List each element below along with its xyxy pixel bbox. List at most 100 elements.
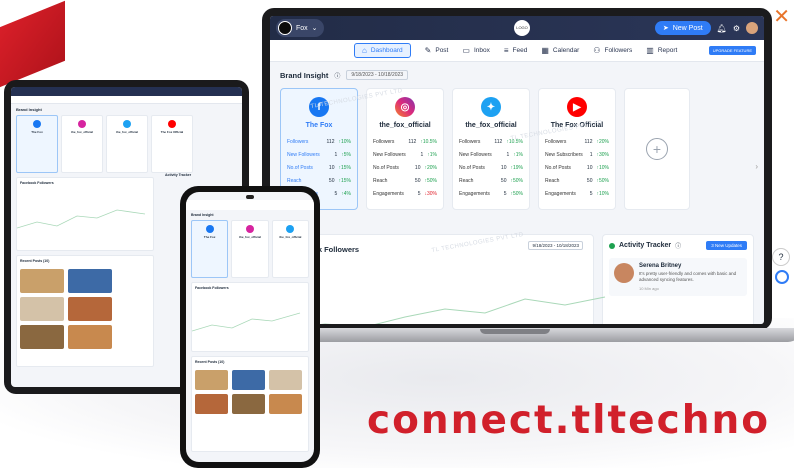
laptop-display: Fox ⌄ LOGO ➤ New Post 🔔︎ ⚙ ⌂ Dashboard ✎ Po…: [270, 16, 764, 324]
add-account-card[interactable]: +: [624, 88, 690, 210]
stat-row: Followers 112 ↑10.5%: [373, 139, 437, 145]
user-avatar[interactable]: [746, 22, 758, 34]
gear-icon[interactable]: ⚙: [733, 24, 740, 33]
nav-item-followers[interactable]: ⚇ Followers: [593, 46, 632, 55]
activity-item[interactable]: Serena Britney It's pretty user-friendly…: [609, 258, 747, 296]
facebook-icon: [33, 120, 41, 128]
stat-change: ↑20%: [424, 165, 437, 171]
stat-value: 1: [420, 152, 424, 158]
post-thumbnail[interactable]: [195, 370, 228, 390]
phone-followers-panel: Facebook Followers: [191, 282, 309, 352]
post-thumbnail[interactable]: [232, 394, 265, 414]
account-name: the_fox_official: [379, 122, 431, 129]
post-thumbnail[interactable]: [269, 370, 302, 390]
post-thumbnail[interactable]: [232, 370, 265, 390]
account-card-twitter[interactable]: ✦ the_fox_official Followers 112 ↑10.5% New F…: [452, 88, 530, 210]
nav-item-dashboard[interactable]: ⌂ Dashboard: [354, 43, 411, 58]
stat-value: 5: [334, 191, 338, 197]
stat-change-value: 10%: [340, 139, 351, 145]
nav-item-label: Followers: [604, 47, 633, 54]
stat-change: ↑4%: [341, 191, 351, 197]
stat-row: No.of Posts 10 ↑10%: [545, 165, 609, 171]
stat-value: 50: [414, 178, 421, 184]
new-post-button[interactable]: ➤ New Post: [654, 21, 711, 35]
stat-change: ↑10.5%: [420, 139, 437, 145]
stat-label: No.of Posts: [545, 165, 571, 171]
account-card-instagram[interactable]: ◎ the_fox_official Followers 112 ↑10.5% New F…: [366, 88, 444, 210]
post-thumbnail[interactable]: [195, 394, 228, 414]
stat-change: ↑30%: [596, 152, 609, 158]
date-range-picker[interactable]: 9/18/2023 - 10/18/2023: [528, 241, 583, 250]
stat-row: New Followers 1 ↑1%: [373, 152, 437, 158]
stat-value: 5: [589, 191, 593, 197]
panel-title: Recent Posts (10): [20, 259, 50, 263]
mini-account-card[interactable]: The Fox: [16, 115, 58, 173]
chevron-right-icon[interactable]: ›: [755, 162, 758, 171]
youtube-icon: ▶: [567, 97, 587, 117]
stat-change: ↑50%: [510, 191, 523, 197]
stat-change-value: 15%: [340, 165, 351, 171]
post-thumbnail[interactable]: [20, 325, 64, 349]
activity-user-name: Serena Britney: [639, 263, 682, 269]
date-range-picker[interactable]: 9/18/2023 - 10/18/2023: [346, 70, 409, 80]
stat-row: Engagements 5 ↑50%: [459, 191, 523, 197]
post-thumbnail[interactable]: [269, 394, 302, 414]
mini-account-card[interactable]: The Fox Official: [151, 115, 193, 173]
chat-icon[interactable]: [775, 270, 789, 284]
twitter-icon: [123, 120, 131, 128]
upgrade-feature-button[interactable]: UPGRADE FEATURE: [708, 46, 756, 55]
post-thumbnail[interactable]: [20, 297, 64, 321]
stat-change: ↑10%: [338, 139, 351, 145]
stat-row: New Subscribers 1 ↑30%: [545, 152, 609, 158]
stat-label: No.of Posts: [373, 165, 399, 171]
nav-item-post[interactable]: ✎ Post: [425, 46, 449, 55]
stat-value: 112: [584, 139, 593, 145]
post-thumbnail[interactable]: [68, 325, 112, 349]
tablet-recent-posts-panel: Recent Posts (10): [16, 255, 154, 367]
bell-icon[interactable]: 🔔︎: [717, 24, 727, 33]
nav-item-calendar[interactable]: ▦ Calendar: [541, 46, 579, 55]
nav-item-label: Dashboard: [370, 47, 403, 54]
stat-row: No.of Posts 10 ↑19%: [459, 165, 523, 171]
edit-icon: ✎: [424, 46, 432, 55]
followers-icon: ⚇: [593, 46, 601, 55]
stat-row: No.of Posts 10 ↑20%: [373, 165, 437, 171]
stat-change: ↑10%: [596, 191, 609, 197]
stat-label: Engagements: [545, 191, 576, 197]
account-card-youtube[interactable]: ▶ The Fox Official Followers 112 ↑20% New Sub…: [538, 88, 616, 210]
stat-change-value: 1%: [515, 152, 523, 158]
home-icon: ⌂: [362, 46, 367, 55]
brand-name: Fox: [296, 24, 308, 32]
panel-title: Activity Tracker: [619, 242, 672, 249]
brand-switcher[interactable]: Fox ⌄: [276, 19, 324, 37]
mini-account-card[interactable]: the_fox_official: [231, 220, 269, 278]
instagram-icon: [78, 120, 86, 128]
stat-change-value: 19%: [512, 165, 523, 171]
nav-item-report[interactable]: ▥ Report: [646, 46, 677, 55]
stat-row: Followers 112 ↑10%: [287, 139, 351, 145]
nav-item-feed[interactable]: ≡ Feed: [504, 46, 528, 55]
stat-change: ↑19%: [510, 165, 523, 171]
stat-label: Reach: [459, 178, 474, 184]
account-name: The Fox: [305, 122, 333, 129]
new-updates-button[interactable]: 3 New Updates: [706, 241, 747, 250]
stat-change: ↑5%: [341, 152, 351, 158]
stat-row: Engagements 5 ↑10%: [545, 191, 609, 197]
nav-item-inbox[interactable]: ▭ Inbox: [462, 46, 489, 55]
post-thumbnail[interactable]: [68, 269, 112, 293]
stat-label: Followers: [373, 139, 395, 145]
stat-row: Reach 50 ↑50%: [545, 178, 609, 184]
facebook-icon: [205, 225, 214, 233]
mini-account-card[interactable]: the_fox_official: [61, 115, 103, 173]
mini-account-card[interactable]: The Fox: [191, 220, 229, 278]
page-title: Brand Insight: [280, 70, 329, 80]
stat-change-value: 20%: [598, 139, 609, 145]
mini-account-card[interactable]: the_fox_official: [271, 220, 309, 278]
stat-row: New Followers 1 ↑1%: [459, 152, 523, 158]
stat-change-value: 10.5%: [422, 139, 437, 145]
stat-change: ↑1%: [427, 152, 437, 158]
help-icon[interactable]: ?: [772, 248, 790, 266]
post-thumbnail[interactable]: [20, 269, 64, 293]
post-thumbnail[interactable]: [68, 297, 112, 321]
mini-account-card[interactable]: the_fox_official: [106, 115, 148, 173]
